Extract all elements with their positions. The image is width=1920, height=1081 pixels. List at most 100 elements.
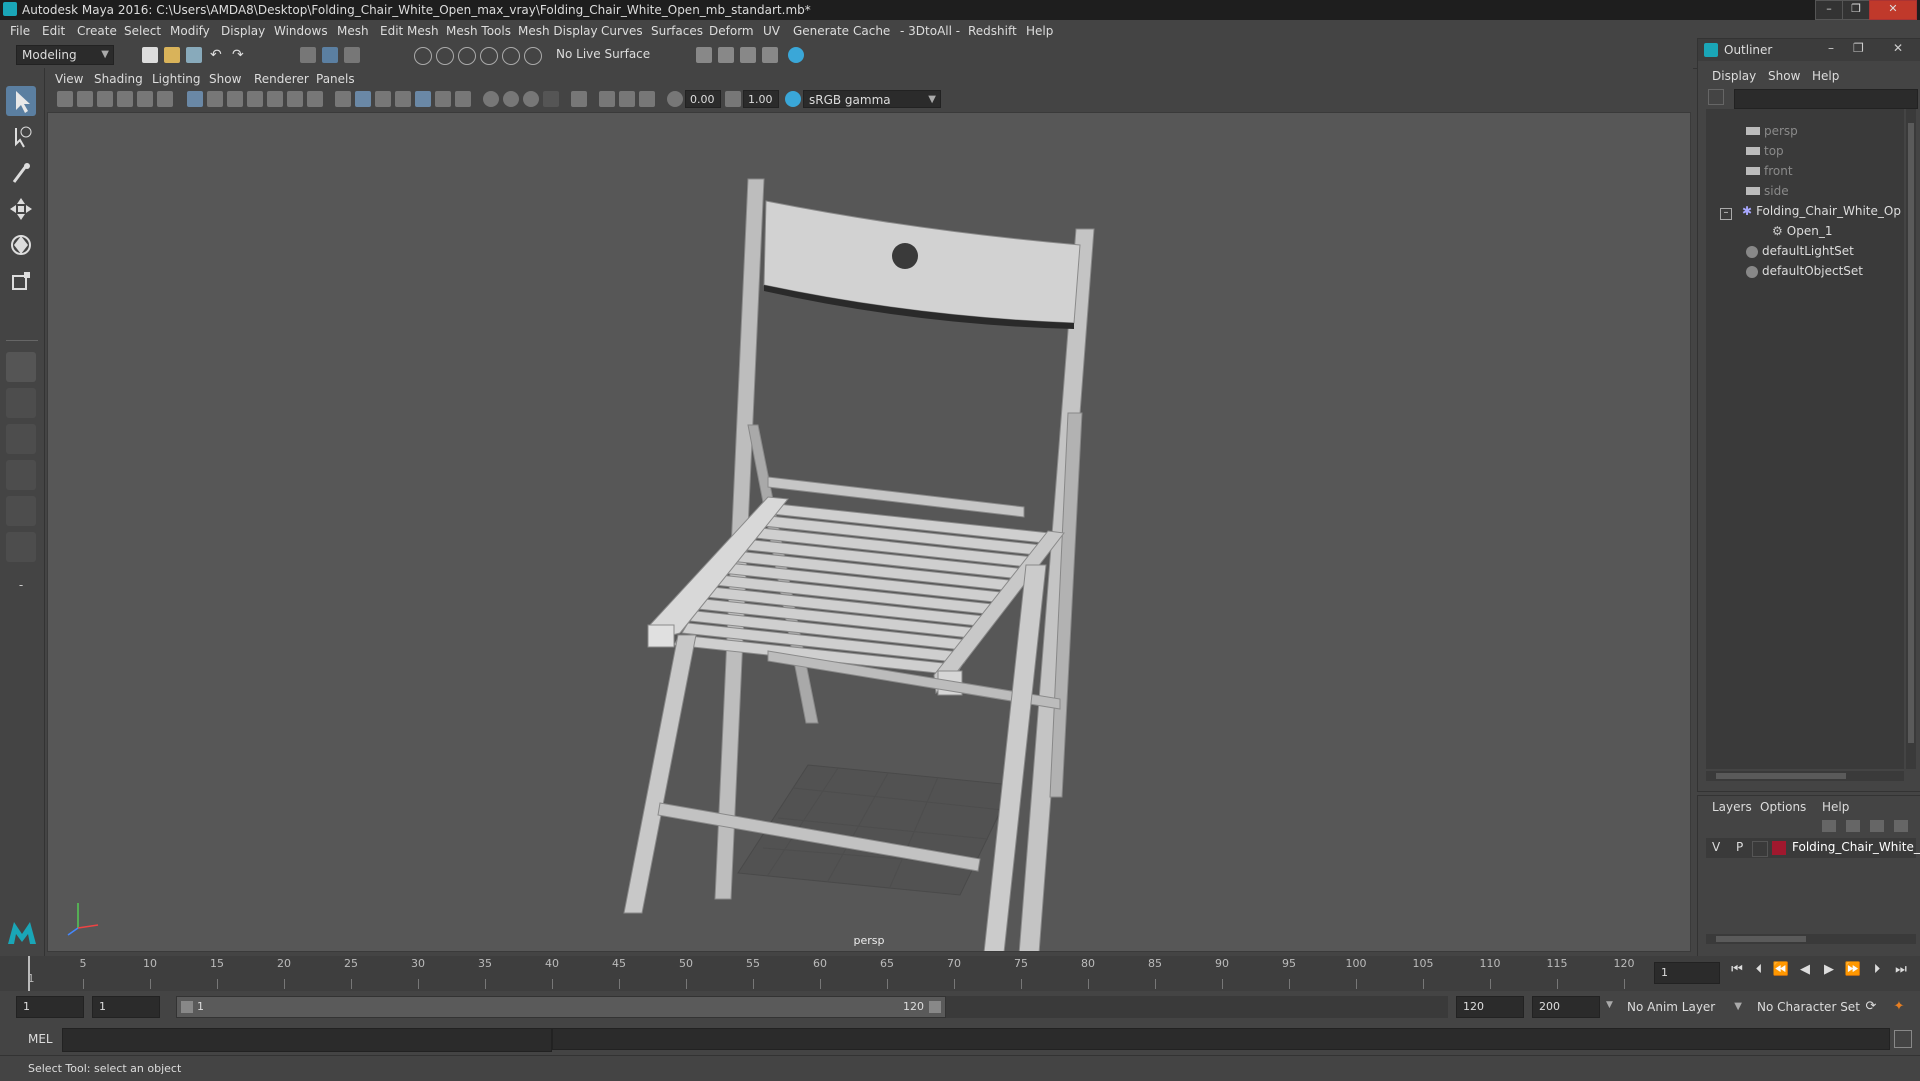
two-d-pan-zoom-icon[interactable] xyxy=(137,91,153,107)
layers-scrollbar[interactable] xyxy=(1706,934,1916,944)
command-input[interactable] xyxy=(62,1028,552,1052)
grid-icon[interactable] xyxy=(187,91,203,107)
gamma-field[interactable]: 1.00 xyxy=(743,90,779,108)
rotate-tool-icon[interactable] xyxy=(6,230,36,260)
animation-preferences-icon[interactable]: ✦ xyxy=(1890,998,1908,1016)
menu-deform[interactable]: Deform xyxy=(709,24,754,38)
select-object-icon[interactable] xyxy=(322,47,338,63)
outliner-item-front[interactable]: front xyxy=(1746,161,1793,181)
maximize-icon[interactable]: ❐ xyxy=(1842,0,1870,20)
end-time-field[interactable]: 200 xyxy=(1532,996,1600,1018)
go-to-start-icon[interactable]: ⏮ xyxy=(1728,961,1746,979)
menu-edit[interactable]: Edit xyxy=(42,24,65,38)
render-settings-icon[interactable] xyxy=(762,47,778,63)
toolbox-collapse-icon[interactable]: - xyxy=(6,578,36,598)
script-editor-icon[interactable] xyxy=(1894,1030,1912,1048)
outliner-vertical-scrollbar[interactable] xyxy=(1906,109,1916,769)
bookmark-icon[interactable] xyxy=(97,91,113,107)
time-slider[interactable]: 1 5 10 15 20 25 30 35 40 45 50 55 60 65 … xyxy=(0,956,1920,991)
scrollbar-thumb[interactable] xyxy=(1716,936,1806,942)
minimize-icon[interactable]: – xyxy=(1815,0,1843,20)
camera-attributes-icon[interactable] xyxy=(77,91,93,107)
safe-title-icon[interactable] xyxy=(307,91,323,107)
menu-mesh[interactable]: Mesh xyxy=(337,24,369,38)
range-start-handle[interactable] xyxy=(181,1001,193,1013)
color-space-dropdown[interactable]: sRGB gamma ▼ xyxy=(803,90,941,108)
outliner-menu-show[interactable]: Show xyxy=(1768,69,1800,83)
menu-surfaces[interactable]: Surfaces xyxy=(651,24,703,38)
command-language-label[interactable]: MEL xyxy=(28,1032,53,1046)
move-layer-down-icon[interactable] xyxy=(1846,820,1860,832)
layers-menu-help[interactable]: Help xyxy=(1822,800,1849,814)
layout-vertical-icon[interactable] xyxy=(6,496,36,526)
layout-four-view-icon[interactable] xyxy=(6,388,36,418)
layout-hypershade-icon[interactable] xyxy=(6,532,36,562)
layers-menu-options[interactable]: Options xyxy=(1760,800,1806,814)
gate-mask-icon[interactable] xyxy=(247,91,263,107)
vp-menu-panels[interactable]: Panels xyxy=(316,72,355,86)
snap-surface-icon[interactable] xyxy=(502,47,520,65)
gamma-icon[interactable] xyxy=(725,91,741,107)
outliner-item-folding-chair[interactable]: – ✱ Folding_Chair_White_Op xyxy=(1720,201,1901,221)
motion-blur-icon[interactable] xyxy=(503,91,519,107)
wireframe-on-shaded-icon[interactable] xyxy=(395,91,411,107)
undo-icon[interactable]: ↶ xyxy=(210,47,226,63)
shadows-icon[interactable] xyxy=(455,91,471,107)
collapse-icon[interactable]: – xyxy=(1720,208,1732,220)
lasso-tool-icon[interactable] xyxy=(6,122,36,152)
snap-curve-icon[interactable] xyxy=(436,47,454,65)
menu-create[interactable]: Create xyxy=(77,24,117,38)
field-chart-icon[interactable] xyxy=(267,91,283,107)
step-back-key-icon[interactable]: ⏪ xyxy=(1772,961,1790,979)
maximize-icon[interactable]: ❐ xyxy=(1853,41,1864,55)
outliner-search-input[interactable] xyxy=(1734,89,1918,109)
use-all-lights-icon[interactable] xyxy=(435,91,451,107)
chevron-down-icon[interactable]: ▼ xyxy=(1606,1000,1613,1010)
new-layer-icon[interactable] xyxy=(1870,820,1884,832)
layer-color-swatch[interactable] xyxy=(1772,841,1786,855)
layers-menu-layers[interactable]: Layers xyxy=(1712,800,1752,814)
snap-point-icon[interactable] xyxy=(458,47,476,65)
menu-mesh-tools[interactable]: Mesh Tools xyxy=(446,24,511,38)
redo-icon[interactable]: ↷ xyxy=(232,47,248,63)
xray-components-icon[interactable] xyxy=(639,91,655,107)
depth-of-field-icon[interactable] xyxy=(543,91,559,107)
play-forwards-icon[interactable]: ▶ xyxy=(1820,961,1838,979)
menu-cache[interactable]: Cache xyxy=(853,24,890,38)
menu-display[interactable]: Display xyxy=(221,24,265,38)
playback-end-field[interactable]: 120 xyxy=(1456,996,1524,1018)
viewport-3d-persp[interactable]: persp xyxy=(47,112,1691,952)
menu-curves[interactable]: Curves xyxy=(601,24,643,38)
save-scene-icon[interactable] xyxy=(186,47,202,63)
select-tool-icon[interactable] xyxy=(6,86,36,116)
outliner-item-default-object-set[interactable]: defaultObjectSet xyxy=(1746,261,1863,281)
playback-start-field[interactable]: 1 xyxy=(92,996,160,1018)
outliner-menu-display[interactable]: Display xyxy=(1712,69,1756,83)
render-current-icon[interactable] xyxy=(718,47,734,63)
outliner-horizontal-scrollbar[interactable] xyxy=(1706,771,1904,781)
show-manipulator-icon[interactable] xyxy=(6,352,36,382)
outliner-item-persp[interactable]: persp xyxy=(1746,121,1798,141)
start-time-field[interactable]: 1 xyxy=(16,996,84,1018)
menu-redshift[interactable]: Redshift xyxy=(968,24,1017,38)
new-layer-selected-icon[interactable] xyxy=(1894,820,1908,832)
screen-space-ao-icon[interactable] xyxy=(483,91,499,107)
menu-file[interactable]: File xyxy=(10,24,30,38)
select-component-icon[interactable] xyxy=(344,47,360,63)
menu-uv[interactable]: UV xyxy=(763,24,780,38)
exposure-icon[interactable] xyxy=(667,91,683,107)
range-bar[interactable]: 1 120 xyxy=(176,996,946,1018)
image-plane-icon[interactable] xyxy=(117,91,133,107)
time-ruler[interactable]: 1 5 10 15 20 25 30 35 40 45 50 55 60 65 … xyxy=(28,956,1636,991)
snap-live-icon[interactable] xyxy=(524,47,542,65)
xray-icon[interactable] xyxy=(599,91,615,107)
exposure-field[interactable]: 0.00 xyxy=(685,90,721,108)
new-scene-icon[interactable] xyxy=(142,47,158,63)
layer-row[interactable]: V P Folding_Chair_White_( xyxy=(1706,838,1920,858)
vp-menu-view[interactable]: View xyxy=(55,72,83,86)
outliner-item-default-light-set[interactable]: defaultLightSet xyxy=(1746,241,1854,261)
mode-dropdown[interactable]: Modeling ▼ xyxy=(16,45,114,65)
menu-select[interactable]: Select xyxy=(124,24,161,38)
outliner-item-top[interactable]: top xyxy=(1746,141,1784,161)
vp-menu-renderer[interactable]: Renderer xyxy=(254,72,309,86)
